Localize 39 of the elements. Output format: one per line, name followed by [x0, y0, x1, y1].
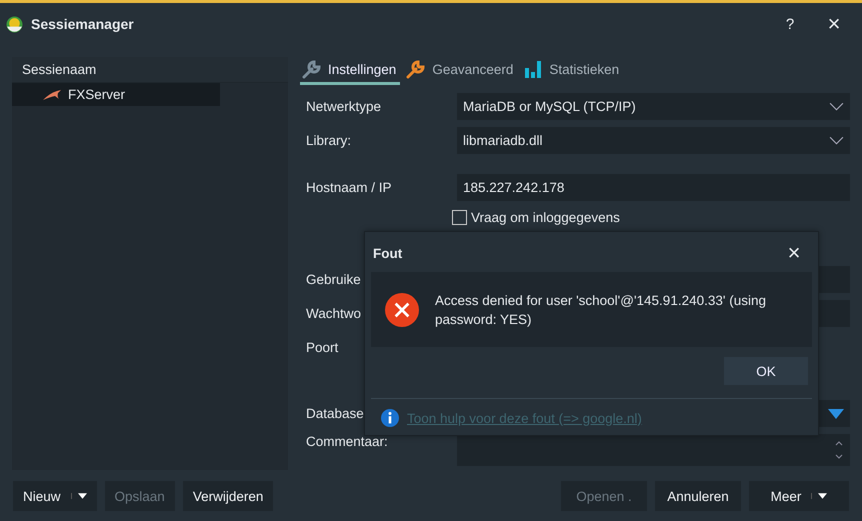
input-field[interactable]: 185.227.242.178 [457, 174, 850, 201]
footer-button[interactable]: Annuleren [655, 481, 741, 511]
field-label: Hostnaam / IP [306, 180, 392, 195]
field-label: Netwerktype [306, 99, 382, 114]
tab[interactable]: Instellingen [300, 57, 400, 85]
session-item[interactable]: FXServer [12, 83, 220, 106]
close-button[interactable]: × [776, 239, 812, 267]
tab[interactable]: Geavanceerd [404, 57, 518, 85]
chevron-down-icon [829, 136, 844, 145]
close-button[interactable]: × [812, 10, 856, 38]
error-icon [385, 292, 419, 326]
dialog-title: Fout [373, 246, 402, 260]
wrench-icon [406, 59, 426, 79]
field-label: Library: [306, 133, 352, 148]
checkbox[interactable]: Vraag om inloggegevens [452, 210, 620, 224]
dropdown-arrow-icon [828, 408, 844, 418]
tab[interactable]: Statistieken [521, 57, 624, 85]
dropdown[interactable]: libmariadb.dll [457, 127, 850, 154]
comment-field[interactable] [457, 434, 850, 466]
bar-chart-icon [523, 59, 544, 79]
info-icon [381, 409, 399, 427]
footer-button[interactable]: Nieuw [13, 481, 97, 511]
app-logo-icon [6, 16, 23, 32]
dropdown-arrow-icon [811, 493, 828, 499]
footer-button[interactable]: Meer [749, 481, 849, 511]
dropdown-arrow-icon [70, 493, 87, 499]
field-label: Poort [306, 340, 338, 355]
dropdown[interactable]: MariaDB or MySQL (TCP/IP) [457, 93, 850, 120]
chevron-down-icon [829, 102, 844, 111]
footer-button[interactable]: Verwijderen [182, 481, 274, 511]
wrench-icon [302, 59, 322, 79]
window-title: Sessiemanager [31, 16, 134, 32]
field-label: Gebruike [306, 272, 361, 287]
error-message: Access denied for user 'school'@'145.91.240.33' (using password: YES) [435, 292, 767, 328]
field-label: Database [306, 406, 364, 421]
field-label: Commentaar: [306, 434, 388, 449]
ok-button[interactable]: OK [724, 357, 808, 385]
field-label: Wachtwo [306, 306, 362, 321]
help-button[interactable]: ? [768, 14, 812, 34]
